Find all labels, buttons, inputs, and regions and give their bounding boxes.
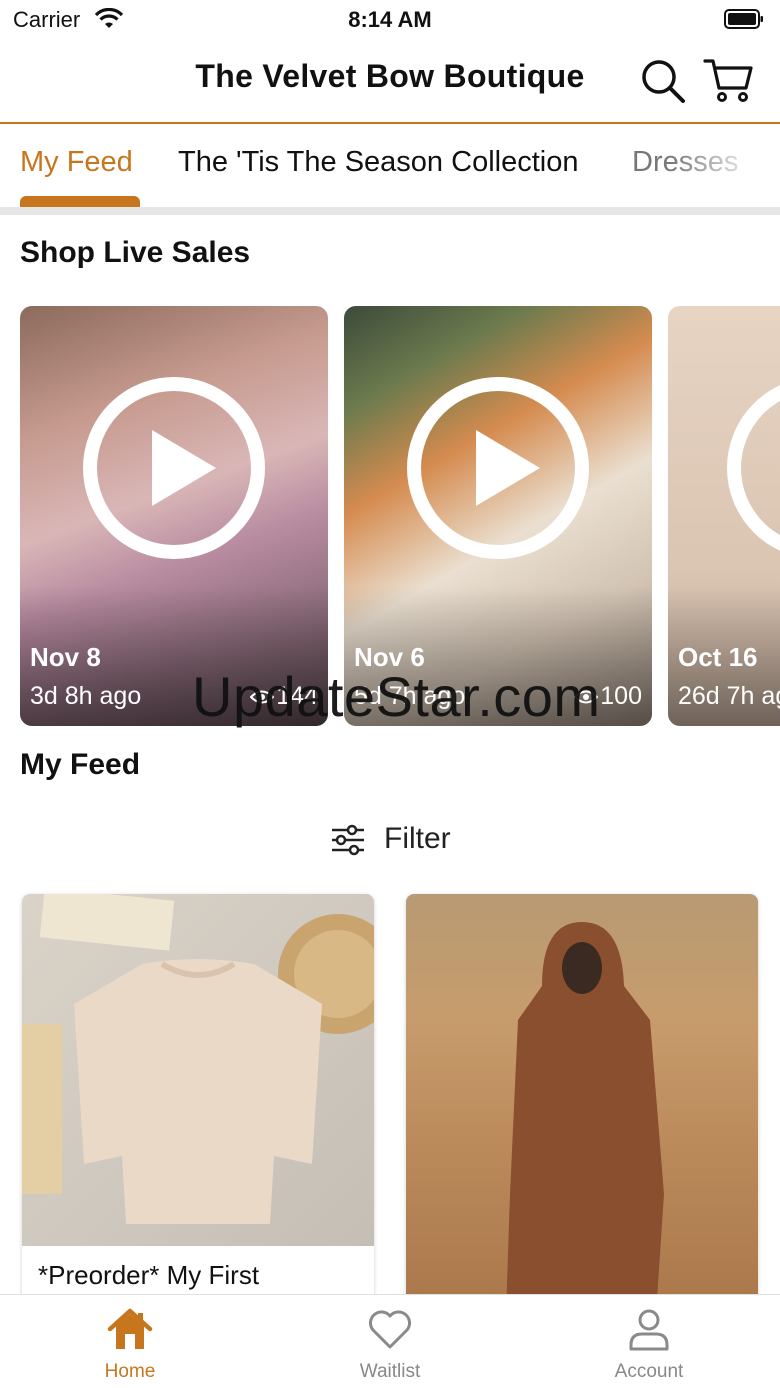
play-icon[interactable] bbox=[724, 374, 780, 562]
nav-home-label: Home bbox=[104, 1361, 156, 1382]
person-icon bbox=[629, 1309, 669, 1351]
search-icon[interactable] bbox=[638, 56, 688, 106]
live-sale-date: Nov 8 bbox=[30, 642, 101, 672]
live-sale-ago: 26d 7h ago bbox=[678, 682, 780, 710]
live-sale-ago: 3d 8h ago bbox=[30, 682, 142, 710]
nav-account[interactable]: Account bbox=[569, 1295, 729, 1388]
app-header: The Velvet Bow Boutique bbox=[0, 40, 780, 124]
tabs-fade bbox=[670, 124, 780, 208]
category-tabs: My Feed The 'Tis The Season Collection D… bbox=[0, 124, 780, 208]
nav-waitlist[interactable]: Waitlist bbox=[310, 1295, 470, 1388]
battery-icon bbox=[724, 9, 763, 29]
tabs-divider bbox=[0, 207, 780, 215]
live-sale-card[interactable]: Nov 8 3d 8h ago 144 bbox=[20, 306, 328, 726]
cart-icon[interactable] bbox=[702, 54, 754, 106]
model-illustration bbox=[506, 922, 664, 1314]
sweater-illustration bbox=[22, 894, 374, 1224]
filter-label: Filter bbox=[384, 822, 451, 855]
feed-title: My Feed bbox=[20, 748, 141, 781]
live-sale-card[interactable]: Oct 16 26d 7h ago bbox=[668, 306, 780, 726]
home-icon bbox=[107, 1308, 153, 1349]
watermark: UpdateStar.com bbox=[192, 665, 601, 728]
product-image[interactable] bbox=[406, 894, 758, 1314]
tab-tis-the-season[interactable]: The 'Tis The Season Collection bbox=[178, 146, 578, 179]
product-name[interactable]: *Preorder* My First bbox=[38, 1260, 259, 1291]
bottom-nav: Home Waitlist Account bbox=[0, 1294, 780, 1388]
sliders-icon bbox=[332, 824, 364, 856]
live-sale-card[interactable]: Nov 6 5d 7h ago 100 bbox=[344, 306, 652, 726]
live-sale-views-count: 100 bbox=[600, 682, 642, 710]
live-sales-title: Shop Live Sales bbox=[20, 236, 251, 269]
product-card[interactable] bbox=[406, 894, 758, 1314]
clock: 8:14 AM bbox=[348, 7, 432, 32]
status-bar: Carrier 8:14 AM bbox=[0, 0, 780, 40]
live-sales-carousel[interactable]: Nov 8 3d 8h ago 144 Nov 6 5d 7h ago 100 … bbox=[0, 306, 780, 726]
nav-home[interactable]: Home bbox=[50, 1295, 210, 1388]
live-sale-date: Oct 16 bbox=[678, 642, 758, 672]
nav-waitlist-label: Waitlist bbox=[359, 1361, 421, 1382]
tab-my-feed[interactable]: My Feed bbox=[20, 146, 133, 179]
nav-account-label: Account bbox=[614, 1361, 684, 1382]
play-icon[interactable] bbox=[404, 374, 592, 562]
heart-icon bbox=[369, 1310, 411, 1349]
product-card[interactable]: *Preorder* My First bbox=[22, 894, 374, 1314]
play-icon[interactable] bbox=[80, 374, 268, 562]
product-image[interactable] bbox=[22, 894, 374, 1246]
